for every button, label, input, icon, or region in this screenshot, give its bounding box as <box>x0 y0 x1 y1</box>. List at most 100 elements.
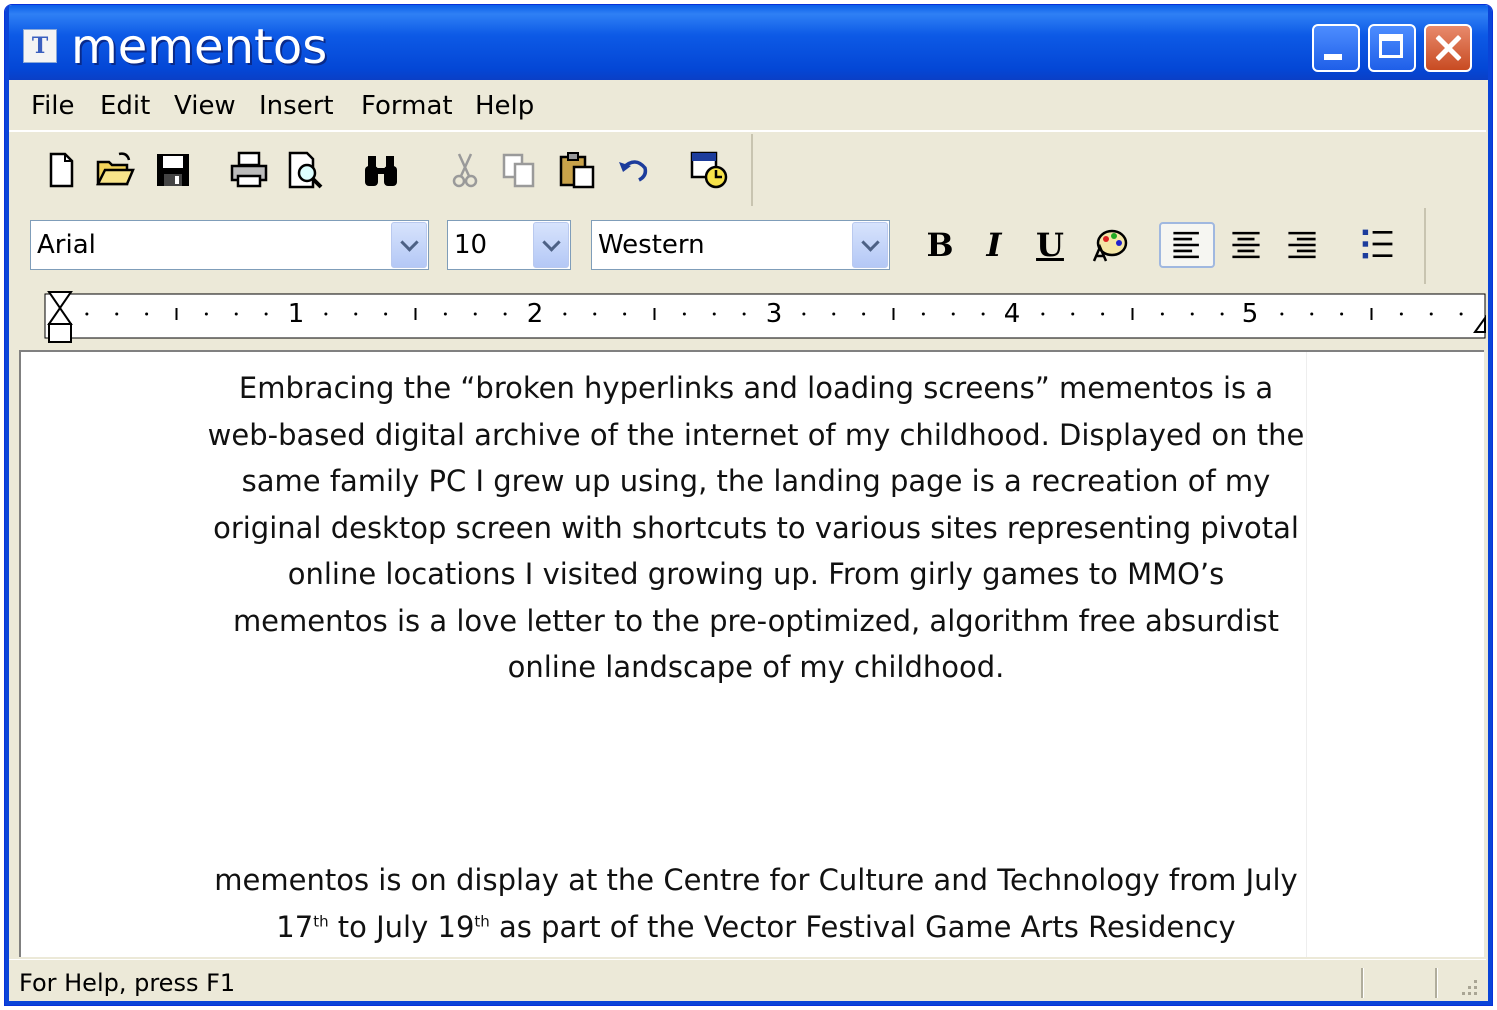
ruler-tick <box>443 312 447 316</box>
superscript-th-2: th <box>474 911 490 930</box>
paragraph-2-text-3: as part of the Vector Festival Game Arts… <box>489 909 1236 944</box>
ruler[interactable]: 1 2 3 4 5 <box>9 286 1486 348</box>
ruler-tick <box>354 312 358 316</box>
ruler-tick <box>324 312 328 316</box>
bold-icon[interactable]: B <box>917 222 963 268</box>
ruler-tick <box>712 312 716 316</box>
wordpad-window: T mementos File Edit View Insert Format … <box>4 4 1493 1006</box>
open-folder-icon[interactable] <box>95 150 135 190</box>
ruler-tick <box>1160 312 1164 316</box>
ruler-tick <box>1429 312 1433 316</box>
underline-icon[interactable]: U <box>1027 222 1073 268</box>
font-size-value: 10 <box>454 230 488 260</box>
ruler-label-4: 4 <box>1004 299 1021 329</box>
ruler-tick <box>593 312 597 316</box>
format-toolbar: Arial 10 Western B I U <box>9 208 1426 284</box>
undo-icon[interactable] <box>613 150 653 190</box>
ruler-label-5: 5 <box>1242 299 1259 329</box>
ruler-tick <box>682 312 686 316</box>
resize-grip-icon[interactable] <box>1456 976 1480 1000</box>
document-right-margin <box>1306 352 1484 957</box>
menu-bar: File Edit View Insert Format Help <box>9 80 1486 132</box>
ruler-tick <box>264 312 268 316</box>
menu-help[interactable]: Help <box>475 90 534 122</box>
ruler-tick <box>921 312 925 316</box>
script-value: Western <box>598 230 705 260</box>
ruler-tick <box>1220 312 1224 316</box>
align-right-icon[interactable] <box>1279 222 1325 268</box>
cut-icon[interactable] <box>445 150 485 190</box>
font-name-value: Arial <box>37 230 96 260</box>
paste-icon[interactable] <box>557 150 597 190</box>
status-separator <box>1435 968 1438 998</box>
bullets-icon[interactable] <box>1355 222 1401 268</box>
ruler-tick <box>1280 312 1284 316</box>
find-binoculars-icon[interactable] <box>361 150 401 190</box>
ruler-tick <box>1101 312 1105 316</box>
paragraph-2-text-2: to July 19 <box>328 909 475 944</box>
save-icon[interactable] <box>153 150 193 190</box>
maximize-button[interactable] <box>1368 24 1416 72</box>
print-preview-icon[interactable] <box>285 150 325 190</box>
ruler-tick <box>981 312 985 316</box>
ruler-tick <box>1190 312 1194 316</box>
ruler-tick <box>1310 312 1314 316</box>
ruler-tick <box>1340 312 1344 316</box>
standard-toolbar <box>9 134 753 206</box>
chevron-down-icon[interactable] <box>533 222 569 268</box>
title-bar[interactable]: T mementos <box>5 5 1492 80</box>
ruler-tick <box>204 312 208 316</box>
copy-icon[interactable] <box>499 150 539 190</box>
minimize-button[interactable] <box>1312 24 1360 72</box>
chevron-down-icon[interactable] <box>391 222 427 268</box>
ruler-tick <box>802 312 806 316</box>
menu-edit[interactable]: Edit <box>100 90 150 122</box>
status-bar: For Help, press F1 <box>9 959 1486 1004</box>
ruler-tick <box>951 312 955 316</box>
align-center-icon[interactable] <box>1223 222 1269 268</box>
new-document-icon[interactable] <box>41 150 81 190</box>
ruler-tick <box>832 312 836 316</box>
ruler-tick <box>473 312 477 316</box>
document-area[interactable]: Embracing the “broken hyperlinks and loa… <box>19 350 1484 957</box>
ruler-tick <box>145 312 149 316</box>
ruler-label-2: 2 <box>527 299 544 329</box>
menu-view[interactable]: View <box>174 90 236 122</box>
menu-file[interactable]: File <box>31 90 75 122</box>
status-separator <box>1361 968 1364 998</box>
close-button[interactable] <box>1424 24 1472 72</box>
align-left-icon[interactable] <box>1159 222 1215 268</box>
ruler-label-3: 3 <box>766 299 783 329</box>
ruler-tick <box>115 312 119 316</box>
ruler-tick <box>623 312 627 316</box>
ruler-tick <box>384 312 388 316</box>
ruler-tick <box>1459 312 1463 316</box>
ruler-tick <box>862 312 866 316</box>
window-title: mementos <box>71 19 328 75</box>
font-name-select[interactable]: Arial <box>30 220 429 270</box>
wordpad-app-icon[interactable]: T <box>23 29 57 63</box>
ruler-scale: 1 2 3 4 5 <box>44 291 1486 343</box>
menu-insert[interactable]: Insert <box>259 90 334 122</box>
ruler-tick <box>1041 312 1045 316</box>
ruler-tick <box>1399 312 1403 316</box>
status-text: For Help, press F1 <box>19 969 236 997</box>
script-select[interactable]: Western <box>591 220 890 270</box>
ruler-tick <box>234 312 238 316</box>
menu-format[interactable]: Format <box>361 90 453 122</box>
document-paragraph-1[interactable]: Embracing the “broken hyperlinks and loa… <box>206 365 1306 691</box>
ruler-tick <box>1071 312 1075 316</box>
document-paragraph-2[interactable]: mementos is on display at the Centre for… <box>206 857 1306 950</box>
date-time-icon[interactable] <box>689 150 729 190</box>
font-size-select[interactable]: 10 <box>447 220 571 270</box>
color-palette-icon[interactable] <box>1087 222 1133 268</box>
ruler-tick <box>563 312 567 316</box>
ruler-label-1: 1 <box>288 299 305 329</box>
ruler-tick <box>85 312 89 316</box>
ruler-tick <box>503 312 507 316</box>
italic-icon[interactable]: I <box>971 222 1017 268</box>
superscript-th-1: th <box>313 911 329 930</box>
ruler-tick <box>742 312 746 316</box>
chevron-down-icon[interactable] <box>852 222 888 268</box>
print-icon[interactable] <box>229 150 269 190</box>
